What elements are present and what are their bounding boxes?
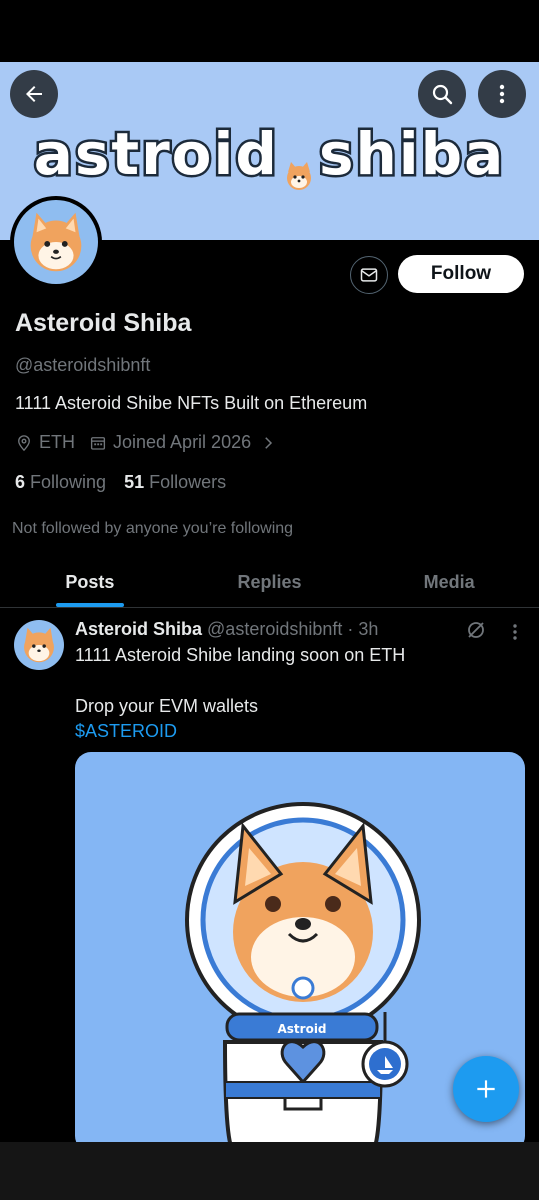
post-text-line-1: 1111 Asteroid Shibe landing soon on ETH [75,645,406,665]
chevron-right-icon [265,436,273,449]
following-stat[interactable]: 6 Following [15,472,106,493]
banner-title-left: astroid [31,120,279,188]
tab-active-indicator [55,603,124,607]
search-button[interactable] [418,70,466,118]
profile-avatar[interactable] [10,196,102,288]
profile-bio: 1111 Asteroid Shibe NFTs Built on Ethere… [15,393,368,413]
location-pin-icon [18,434,30,451]
location-text: ETH [39,432,75,452]
tab-replies-label: Replies [237,572,302,592]
post-cashtag-link[interactable]: $ASTEROID [75,721,177,742]
status-bar [0,0,539,62]
post-author-name[interactable]: Asteroid Shiba [75,619,202,640]
more-vertical-icon [499,84,505,104]
shiba-face-icon [283,142,315,190]
tab-media-label: Media [423,572,475,592]
post-avatar[interactable] [14,620,64,670]
post-header: Asteroid Shiba @asteroidshibnft · 3h [75,619,378,640]
following-label: Following [30,472,107,492]
system-nav-bar [0,1142,539,1200]
profile-name: Asteroid Shiba [15,309,192,337]
banner-title-right: shiba [316,120,506,188]
banner-title: astroid shiba [0,122,539,190]
follow-button[interactable]: Follow [398,255,524,293]
tab-posts-label: Posts [65,572,115,592]
arrow-left-icon [26,86,42,102]
media-badge-text: Astroid [277,1022,326,1036]
more-button[interactable] [478,70,526,118]
tab-replies[interactable]: Replies [180,560,360,607]
location: ETH [15,432,75,453]
followers-label: Followers [149,472,227,492]
followers-stat[interactable]: 51 Followers [124,472,226,493]
profile-handle: @asteroidshibnft [15,355,151,375]
message-button[interactable] [350,256,388,294]
profile-tabs: Posts Replies Media [0,560,539,608]
shiba-avatar-image [24,627,54,663]
post-more-icon[interactable] [505,620,525,644]
following-count: 6 [15,472,26,492]
tab-posts[interactable]: Posts [0,560,180,607]
shiba-avatar-image [30,212,82,272]
grok-icon[interactable] [464,618,488,642]
not-followed-notice: Not followed by anyone you’re following [12,520,294,537]
mail-icon [360,268,378,282]
tab-media[interactable]: Media [359,560,539,607]
profile-meta: ETH Joined April 2026 [15,432,297,453]
back-button[interactable] [10,70,58,118]
post-text-line-2: Drop your EVM wallets [75,696,259,716]
post-handle-time: @asteroidshibnft · 3h [207,619,379,639]
search-icon [432,84,453,105]
compose-button[interactable] [453,1056,519,1122]
joined-text: Joined April 2026 [113,432,252,452]
calendar-icon [90,436,106,450]
joined-date[interactable]: Joined April 2026 [89,432,283,453]
followers-count: 51 [124,472,145,492]
follow-stats: 6 Following 51 Followers [15,472,244,493]
plus-icon [477,1080,495,1098]
